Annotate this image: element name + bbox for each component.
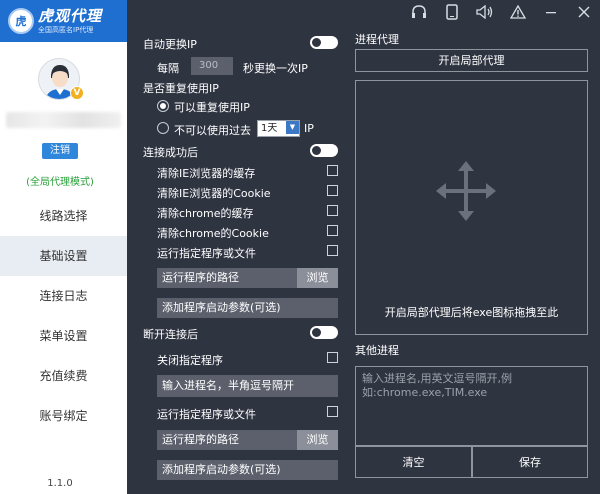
app-logo: 虎 虎观代理 全国高匿名IP代理	[0, 0, 127, 42]
program-args-field[interactable]: 添加程序启动参数(可选)	[157, 298, 338, 318]
app-title: 虎观代理	[38, 6, 103, 25]
after-disconnect-toggle[interactable]	[310, 326, 338, 339]
run-program-after-disconnect-label: 运行指定程序或文件	[157, 408, 256, 421]
clear-button[interactable]: 清空	[355, 446, 472, 478]
run-program-label: 运行指定程序或文件	[157, 247, 256, 260]
interval-suffix-label: 秒更换一次IP	[243, 62, 308, 75]
browse-button[interactable]: 浏览	[297, 268, 338, 288]
save-button[interactable]: 保存	[472, 446, 588, 478]
clear-chrome-cache-label: 清除chrome的缓存	[157, 207, 254, 220]
other-process-textarea[interactable]: 输入进程名,用英文逗号隔开,例 如:chrome.exe,TIM.exe	[355, 366, 588, 446]
clear-chrome-cache-checkbox[interactable]	[327, 205, 338, 216]
program-path-field-2[interactable]: 运行程序的路径	[157, 430, 297, 450]
after-connect-toggle[interactable]	[310, 144, 338, 157]
nav-item-connection-log[interactable]: 连接日志	[0, 276, 127, 316]
clear-ie-cache-checkbox[interactable]	[327, 165, 338, 176]
enable-partial-proxy-button[interactable]: 开启局部代理	[355, 49, 588, 72]
sidebar: 虎 虎观代理 全国高匿名IP代理 V 注销 (全局代理模式) 线路选择 基础设置…	[0, 0, 127, 494]
close-icon[interactable]	[567, 0, 600, 24]
program-args-field-2[interactable]: 添加程序启动参数(可选)	[157, 460, 338, 480]
drop-hint-text: 开启局部代理后将exe图标拖拽至此	[384, 306, 559, 319]
other-process-placeholder-line1: 输入进程名,用英文逗号隔开,例	[362, 372, 512, 385]
tiger-logo-icon: 虎	[8, 8, 34, 34]
browse-button-2[interactable]: 浏览	[297, 430, 338, 450]
proxy-mode-label: (全局代理模式)	[26, 177, 94, 188]
clear-chrome-cookie-label: 清除chrome的Cookie	[157, 227, 269, 240]
logout-button[interactable]: 注销	[42, 143, 78, 159]
reuse-yes-label: 可以重复使用IP	[174, 101, 250, 114]
exe-drop-zone[interactable]: 开启局部代理后将exe图标拖拽至此	[355, 80, 588, 335]
reuse-no-prefix-label: 不可以使用过去	[174, 124, 251, 137]
other-process-title: 其他进程	[355, 344, 399, 357]
clear-chrome-cookie-checkbox[interactable]	[327, 225, 338, 236]
close-program-checkbox[interactable]	[327, 352, 338, 363]
nav-item-route-select[interactable]: 线路选择	[0, 196, 127, 236]
other-process-placeholder-line2: 如:chrome.exe,TIM.exe	[362, 386, 488, 399]
reuse-no-suffix-label: IP	[304, 122, 314, 135]
nav-item-recharge[interactable]: 充值续费	[0, 356, 127, 396]
version-label: 1.1.0	[47, 478, 73, 489]
auto-switch-ip-toggle[interactable]	[310, 36, 338, 49]
clear-ie-cookie-checkbox[interactable]	[327, 185, 338, 196]
nav-item-menu-settings[interactable]: 菜单设置	[0, 316, 127, 356]
clear-ie-cookie-label: 清除IE浏览器的Cookie	[157, 187, 271, 200]
close-program-label: 关闭指定程序	[157, 354, 223, 367]
nav-item-basic-settings[interactable]: 基础设置	[0, 236, 127, 276]
run-program-checkbox[interactable]	[327, 245, 338, 256]
speaker-icon[interactable]	[468, 0, 501, 24]
vip-badge: V	[70, 86, 84, 100]
reuse-period-select[interactable]: 1天 ▼	[257, 120, 300, 137]
phone-icon[interactable]	[435, 0, 468, 24]
move-arrows-icon	[434, 159, 498, 226]
reuse-yes-radio[interactable]	[157, 100, 169, 112]
interval-seconds-input[interactable]: 300	[191, 57, 233, 75]
after-connect-label: 连接成功后	[143, 146, 198, 159]
clear-ie-cache-label: 清除IE浏览器的缓存	[157, 167, 256, 180]
chevron-down-icon: ▼	[286, 121, 299, 134]
process-proxy-title: 进程代理	[355, 33, 399, 46]
program-path-field[interactable]: 运行程序的路径	[157, 268, 297, 288]
sidebar-nav: 线路选择 基础设置 连接日志 菜单设置 充值续费 账号绑定	[0, 196, 127, 436]
auto-switch-ip-label: 自动更换IP	[143, 38, 197, 51]
after-disconnect-label: 断开连接后	[143, 328, 198, 341]
user-name-blurred	[6, 112, 121, 128]
headset-icon[interactable]	[402, 0, 435, 24]
reuse-no-radio[interactable]	[157, 122, 169, 134]
reuse-ip-label: 是否重复使用IP	[143, 82, 219, 95]
run-program-after-disconnect-checkbox[interactable]	[327, 406, 338, 417]
minimize-icon[interactable]	[534, 0, 567, 24]
app-subtitle: 全国高匿名IP代理	[38, 25, 94, 34]
interval-prefix-label: 每隔	[157, 62, 179, 75]
program-names-field[interactable]: 输入进程名，半角逗号隔开	[157, 375, 338, 397]
nav-item-account-bind[interactable]: 账号绑定	[0, 396, 127, 436]
title-bar-icons	[402, 0, 600, 24]
warning-icon[interactable]	[501, 0, 534, 24]
